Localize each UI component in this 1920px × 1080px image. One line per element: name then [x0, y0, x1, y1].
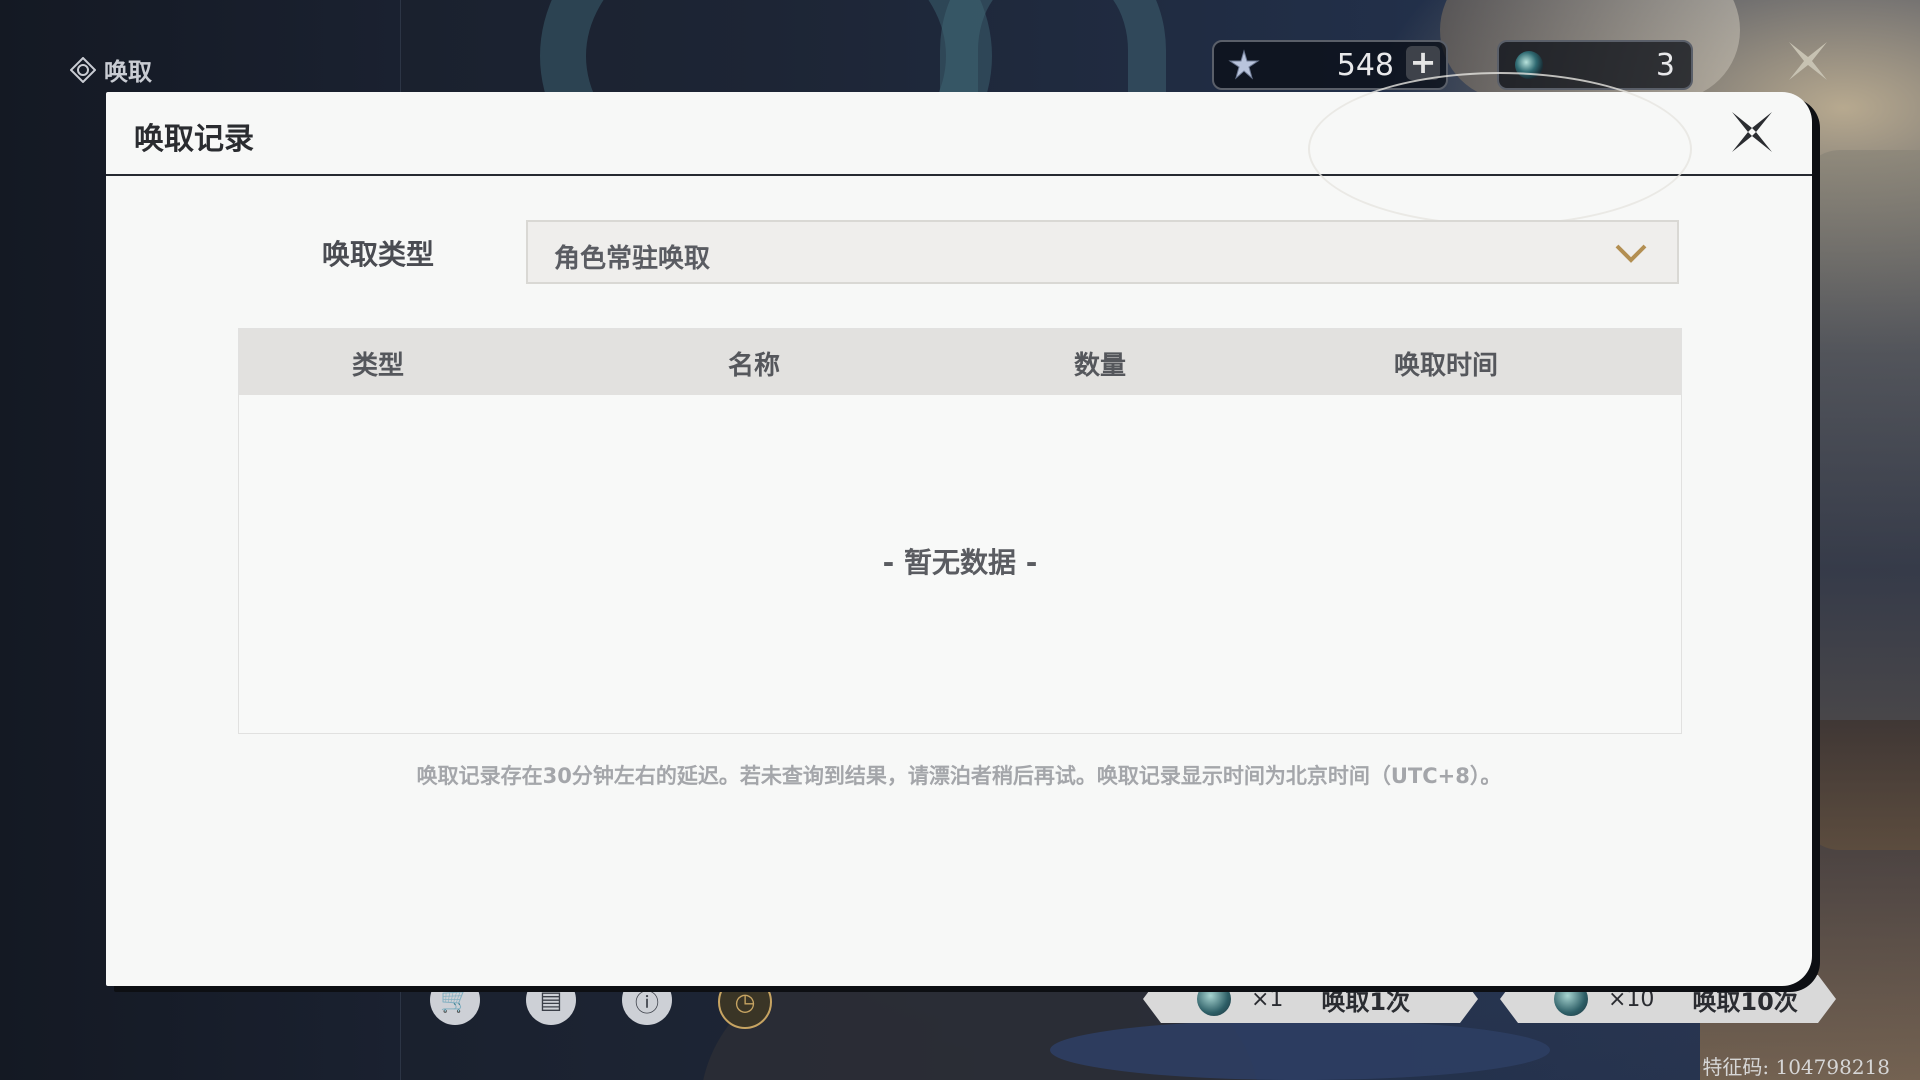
add-astrite-button[interactable]: +	[1406, 46, 1440, 80]
convene-type-value: 角色常驻唤取	[554, 244, 711, 274]
dialog-title: 唤取记录	[134, 122, 254, 157]
astrite-value: 548	[1336, 48, 1394, 83]
screen-title-text: 唤取	[104, 58, 152, 86]
pull-once-label: 唤取1次	[1321, 987, 1411, 1016]
screen-title: 唤取	[70, 52, 152, 87]
chevron-down-icon	[1615, 244, 1647, 263]
pull-ten-cost: ×10	[1608, 986, 1655, 1012]
screen-close-icon[interactable]	[1785, 38, 1831, 84]
history-table: 类型 名称 数量 唤取时间 - 暂无数据 -	[238, 328, 1682, 734]
convene-history-dialog: 唤取记录 唤取类型 角色常驻唤取 类型 名称 数量 唤取时间 - 暂无数据 - …	[106, 72, 1812, 986]
column-header-quantity: 数量	[1073, 351, 1127, 381]
column-header-type: 类型	[351, 351, 405, 381]
column-header-time: 唤取时间	[1393, 351, 1499, 381]
delay-notice: 唤取记录存在30分钟左右的延迟。若未查询到结果，请漂泊者稍后再试。唤取记录显示时…	[416, 764, 1502, 788]
background-art	[1050, 1020, 1550, 1080]
header-decoration	[1308, 72, 1692, 226]
convene-icon	[70, 56, 96, 83]
convene-type-label: 唤取类型	[322, 238, 435, 271]
pull-ten-label: 唤取10次	[1692, 987, 1798, 1016]
feature-code: 特征码: 104798218	[1702, 1055, 1890, 1079]
close-icon[interactable]	[1726, 106, 1778, 158]
radiant-tide-icon	[1197, 982, 1231, 1016]
empty-state: - 暂无数据 -	[882, 546, 1038, 579]
dialog-header: 唤取记录	[106, 72, 1812, 226]
radiant-tide-value: 3	[1655, 48, 1675, 83]
astrite-icon	[1228, 49, 1260, 80]
column-header-name: 名称	[727, 351, 781, 381]
radiant-tide-icon	[1554, 982, 1588, 1016]
table-header: 类型 名称 数量 唤取时间	[239, 329, 1681, 395]
pull-once-cost: ×1	[1251, 986, 1284, 1012]
convene-type-select[interactable]: 角色常驻唤取	[526, 220, 1679, 284]
